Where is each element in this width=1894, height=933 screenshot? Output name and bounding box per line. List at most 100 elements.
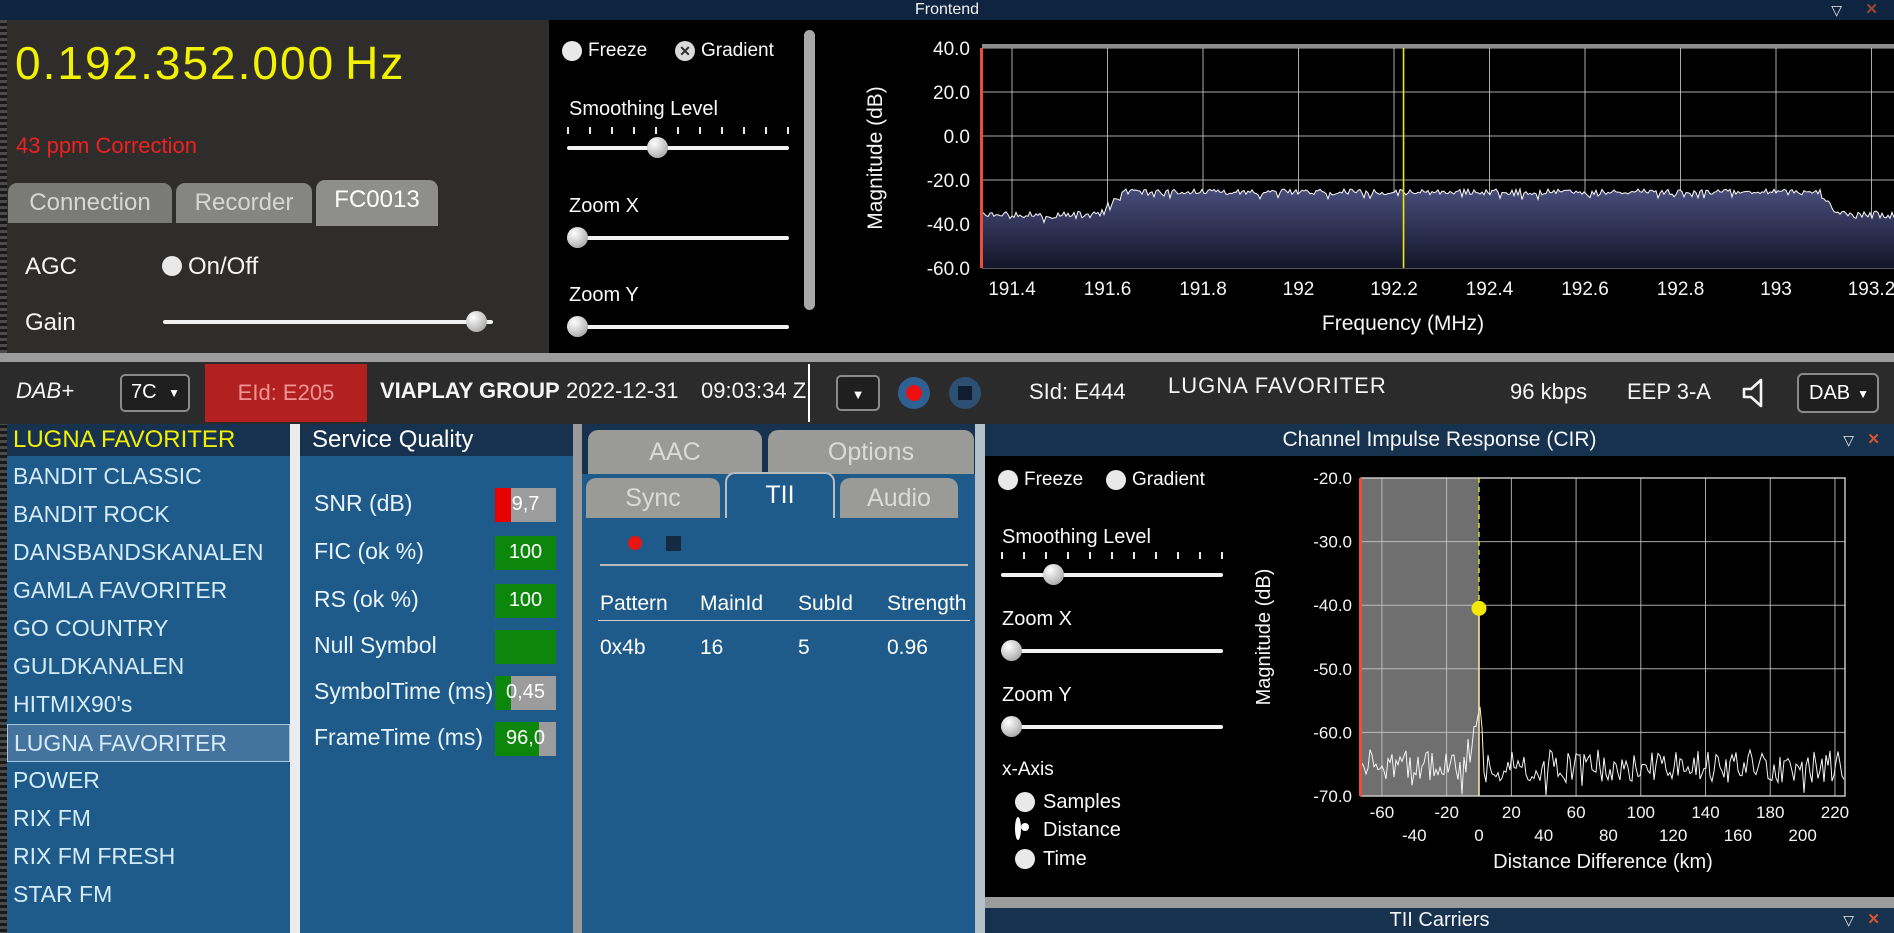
axis-text: 193 [1760, 279, 1792, 300]
smoothing-ticks [567, 127, 789, 134]
splitter[interactable] [290, 424, 300, 933]
x-axis-group-label: x-Axis [1002, 759, 1054, 781]
stop-button[interactable] [949, 377, 981, 409]
axis-text: 192 [1283, 279, 1315, 300]
splitter[interactable] [975, 424, 985, 933]
frontend-titlebar: Frontend ▽ ✕ [0, 0, 1894, 20]
details-tab-aac[interactable]: AAC [588, 430, 762, 474]
frontend-spectrum-plot: 40.020.00.0-20.0-40.0-60.0191.4191.6191.… [820, 20, 1894, 353]
station-item-gamla-favoriter[interactable]: GAMLA FAVORITER [7, 572, 290, 610]
x-axis-radio-samples[interactable] [1015, 792, 1035, 812]
smoothing-slider[interactable] [567, 137, 789, 158]
frequency-value: 0.192.352.000 [15, 37, 335, 89]
ensemble-id-badge: EId: E205 [205, 364, 367, 422]
close-icon[interactable]: ✕ [1867, 910, 1880, 930]
current-station-header: LUGNA FAVORITER [13, 426, 235, 453]
gradient-checkbox-icon[interactable]: ✕ [675, 41, 695, 61]
station-item-hitmix90-s[interactable]: HITMIX90's [7, 686, 290, 724]
cir-smoothing-slider[interactable] [1001, 564, 1223, 585]
cir-zoom-x-slider[interactable] [1001, 640, 1223, 661]
cir-zoom-y-slider[interactable] [1001, 716, 1223, 737]
details-panel: AACOptions SyncTIIAudio PatternMainIdSub… [582, 424, 975, 933]
record-icon [906, 385, 922, 401]
cir-gradient-radio[interactable] [1106, 470, 1126, 490]
spectrum-controls-panel: Freeze ✕ Gradient Smoothing Level Zoom X… [549, 20, 800, 353]
chevron-down-icon: ▼ [168, 386, 180, 400]
tii-cell: 0x4b [600, 636, 646, 660]
radio-dot [1021, 823, 1029, 831]
zoom-y-slider[interactable] [567, 316, 789, 337]
sq-bar-frametime-ms: 96,0 [495, 722, 556, 756]
gain-slider[interactable] [163, 311, 493, 332]
station-item-bandit-classic[interactable]: BANDIT CLASSIC [7, 458, 290, 496]
details-subtab-tii[interactable]: TII [725, 472, 835, 518]
axis-text: -60 [1370, 803, 1395, 822]
tii-col-mainid: MainId [700, 592, 763, 616]
station-item-bandit-rock[interactable]: BANDIT ROCK [7, 496, 290, 534]
station-item-power[interactable]: POWER [7, 762, 290, 800]
collapse-icon[interactable]: ▽ [1843, 430, 1854, 450]
zoom-y-slider-handle[interactable] [567, 316, 588, 337]
service-quality-title: Service Quality [312, 426, 473, 453]
station-item-rix-fm-fresh[interactable]: RIX FM FRESH [7, 838, 290, 876]
agc-radio[interactable] [162, 256, 182, 276]
axis-text: 160 [1724, 826, 1752, 845]
collapse-icon[interactable]: ▽ [1831, 0, 1842, 20]
frontend-title: Frontend [915, 1, 979, 18]
station-item-rix-fm[interactable]: RIX FM [7, 800, 290, 838]
sq-value: 96,0 [495, 727, 556, 750]
zoom-x-slider[interactable] [567, 227, 789, 248]
close-icon[interactable]: ✕ [1865, 0, 1878, 20]
cir-gradient-label: Gradient [1132, 469, 1205, 491]
cir-smoothing-slider-handle[interactable] [1043, 564, 1064, 585]
station-item-star-fm[interactable]: STAR FM [7, 876, 290, 914]
axis-text: 20 [1502, 803, 1521, 822]
cir-freeze-label: Freeze [1024, 469, 1083, 491]
gain-label: Gain [25, 309, 76, 337]
cir-freeze-radio[interactable] [998, 470, 1018, 490]
close-icon[interactable]: ✕ [1867, 430, 1880, 450]
axis-text: -50.0 [1313, 660, 1352, 679]
station-list-header: LUGNA FAVORITER [7, 424, 290, 456]
details-subtab-sync[interactable]: Sync [586, 478, 720, 518]
expand-button[interactable]: ▼ [836, 375, 880, 411]
service-id-label: SId: E444 [1029, 379, 1126, 405]
splitter[interactable] [573, 424, 582, 933]
axis-text: 191.8 [1179, 279, 1227, 300]
zoom-x-slider-handle[interactable] [567, 227, 588, 248]
cir-zoom-y-slider-handle[interactable] [1001, 716, 1022, 737]
tii-legend-square-icon [666, 536, 681, 551]
vertical-scrollbar[interactable] [804, 30, 815, 310]
details-subtab-audio[interactable]: Audio [840, 478, 958, 518]
details-tab-options[interactable]: Options [768, 430, 974, 474]
axis-text: 40.0 [933, 39, 970, 60]
stop-icon [958, 386, 972, 400]
freeze-label: Freeze [588, 40, 647, 62]
output-mode-select[interactable]: DAB ▼ [1797, 373, 1879, 413]
tuner-tab-connection[interactable]: Connection [8, 183, 172, 223]
tuner-tab-recorder[interactable]: Recorder [176, 183, 312, 223]
freeze-radio[interactable] [562, 41, 582, 61]
x-axis-radio-time[interactable] [1015, 849, 1035, 869]
axis-text: 100 [1627, 803, 1655, 822]
collapse-icon[interactable]: ▽ [1843, 910, 1854, 930]
x-axis-radio-distance[interactable] [1015, 817, 1021, 840]
axis-text: 140 [1691, 803, 1719, 822]
ppm-correction-label: 43 ppm Correction [16, 133, 197, 159]
station-item-guldkanalen[interactable]: GULDKANALEN [7, 648, 290, 686]
tii-col-strength: Strength [887, 592, 966, 616]
station-item-go-country[interactable]: GO COUNTRY [7, 610, 290, 648]
tuner-tab-fc0013[interactable]: FC0013 [316, 180, 438, 226]
horizontal-scrollbar[interactable] [0, 353, 1894, 362]
cir-panel: Channel Impulse Response (CIR) ▽ ✕ Freez… [985, 424, 1894, 933]
cir-zoom-x-slider-handle[interactable] [1001, 640, 1022, 661]
channel-select[interactable]: 7C ▼ [120, 374, 190, 412]
smoothing-slider-handle[interactable] [647, 137, 668, 158]
bitrate-label: 96 kbps [1510, 379, 1587, 405]
gain-slider-handle[interactable] [466, 311, 487, 332]
speaker-icon[interactable] [1740, 376, 1774, 410]
record-button[interactable] [898, 377, 930, 409]
station-item-dansbandskanalen[interactable]: DANSBANDSKANALEN [7, 534, 290, 572]
cir-horizontal-scrollbar[interactable] [985, 897, 1894, 908]
station-item-lugna-favoriter[interactable]: LUGNA FAVORITER [7, 724, 290, 762]
